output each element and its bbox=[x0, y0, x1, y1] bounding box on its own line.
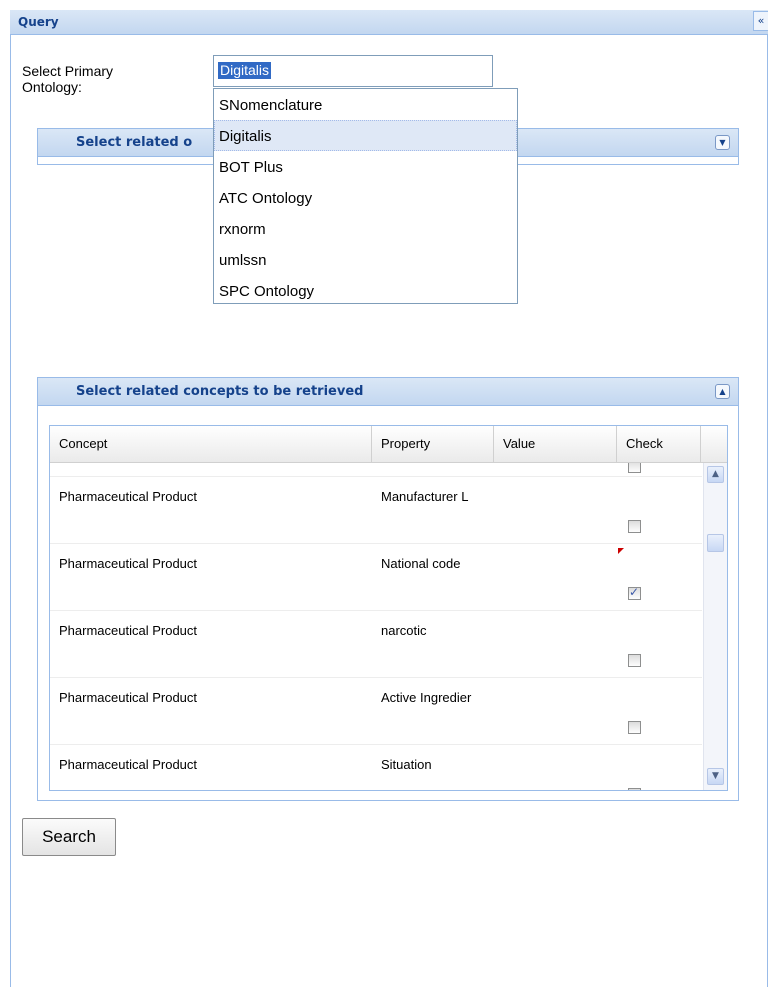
row-concept: Pharmaceutical Product bbox=[59, 623, 198, 638]
row-concept: Pharmaceutical Product bbox=[59, 757, 198, 772]
dirty-cell-marker bbox=[618, 548, 624, 554]
chevron-up-icon[interactable]: ▲ bbox=[715, 384, 730, 399]
row-checkbox[interactable] bbox=[628, 654, 641, 667]
table-row[interactable]: Pharmaceutical Product Active Ingredier bbox=[50, 678, 702, 745]
panel-left-border bbox=[10, 10, 11, 987]
primary-ontology-value[interactable]: Digitalis bbox=[218, 62, 272, 79]
scroll-up-icon[interactable]: ▲ bbox=[707, 466, 724, 483]
row-property: narcotic bbox=[381, 623, 427, 638]
primary-ontology-label: Select Primary Ontology: bbox=[22, 63, 114, 95]
concepts-grid: Concept Property Value Check Pharmaceuti… bbox=[49, 425, 728, 791]
panel-title: Query bbox=[18, 15, 59, 29]
table-row[interactable]: Pharmaceutical Product Situation bbox=[50, 745, 702, 790]
dropdown-option[interactable]: umlssn bbox=[214, 244, 517, 275]
row-checkbox[interactable] bbox=[628, 788, 641, 790]
grid-body: Pharmaceutical Product Manufacturer L Ph… bbox=[50, 463, 702, 790]
row-property: Manufacturer L bbox=[381, 489, 469, 504]
scrollbar-thumb[interactable] bbox=[707, 534, 724, 552]
column-header-check[interactable]: Check bbox=[617, 426, 701, 462]
related-concepts-header[interactable]: Select related concepts to be retrieved … bbox=[38, 378, 738, 406]
query-panel-header: Query « bbox=[10, 10, 768, 35]
table-row[interactable] bbox=[50, 463, 702, 477]
row-property: National code bbox=[381, 556, 461, 571]
dropdown-option[interactable]: SNomenclature bbox=[214, 89, 517, 120]
related-ontologies-title: Select related o bbox=[76, 135, 193, 150]
dropdown-option[interactable]: rxnorm bbox=[214, 213, 517, 244]
table-row[interactable]: Pharmaceutical Product Manufacturer L bbox=[50, 477, 702, 544]
dropdown-option[interactable]: SPC Ontology bbox=[214, 275, 517, 306]
chevron-down-icon[interactable]: ▼ bbox=[715, 135, 730, 150]
table-row[interactable]: Pharmaceutical Product narcotic bbox=[50, 611, 702, 678]
collapse-panel-icon[interactable]: « bbox=[753, 11, 768, 31]
row-checkbox[interactable] bbox=[628, 463, 641, 473]
dropdown-option[interactable]: ATC Ontology bbox=[214, 182, 517, 213]
search-button[interactable]: Search bbox=[22, 818, 116, 856]
primary-ontology-combobox[interactable]: Digitalis bbox=[213, 55, 493, 87]
table-row[interactable]: Pharmaceutical Product National code bbox=[50, 544, 702, 611]
scroll-down-icon[interactable]: ▼ bbox=[707, 768, 724, 785]
row-property: Situation bbox=[381, 757, 432, 772]
row-checkbox[interactable] bbox=[628, 721, 641, 734]
row-concept: Pharmaceutical Product bbox=[59, 690, 198, 705]
row-property: Active Ingredier bbox=[381, 690, 472, 705]
grid-header: Concept Property Value Check bbox=[50, 426, 727, 463]
column-header-property[interactable]: Property bbox=[372, 426, 494, 462]
row-concept: Pharmaceutical Product bbox=[59, 556, 198, 571]
column-header-value[interactable]: Value bbox=[494, 426, 617, 462]
row-checkbox[interactable] bbox=[628, 520, 641, 533]
row-checkbox-checked[interactable] bbox=[628, 585, 641, 600]
dropdown-option[interactable]: BOT Plus bbox=[214, 151, 517, 182]
column-header-concept[interactable]: Concept bbox=[50, 426, 372, 462]
related-concepts-title: Select related concepts to be retrieved bbox=[76, 384, 364, 399]
dropdown-option-selected[interactable]: Digitalis bbox=[214, 120, 517, 151]
grid-vertical-scrollbar[interactable]: ▲ ▼ bbox=[703, 463, 727, 790]
row-concept: Pharmaceutical Product bbox=[59, 489, 198, 504]
ontology-dropdown-list[interactable]: SNomenclature Digitalis BOT Plus ATC Ont… bbox=[213, 88, 518, 304]
